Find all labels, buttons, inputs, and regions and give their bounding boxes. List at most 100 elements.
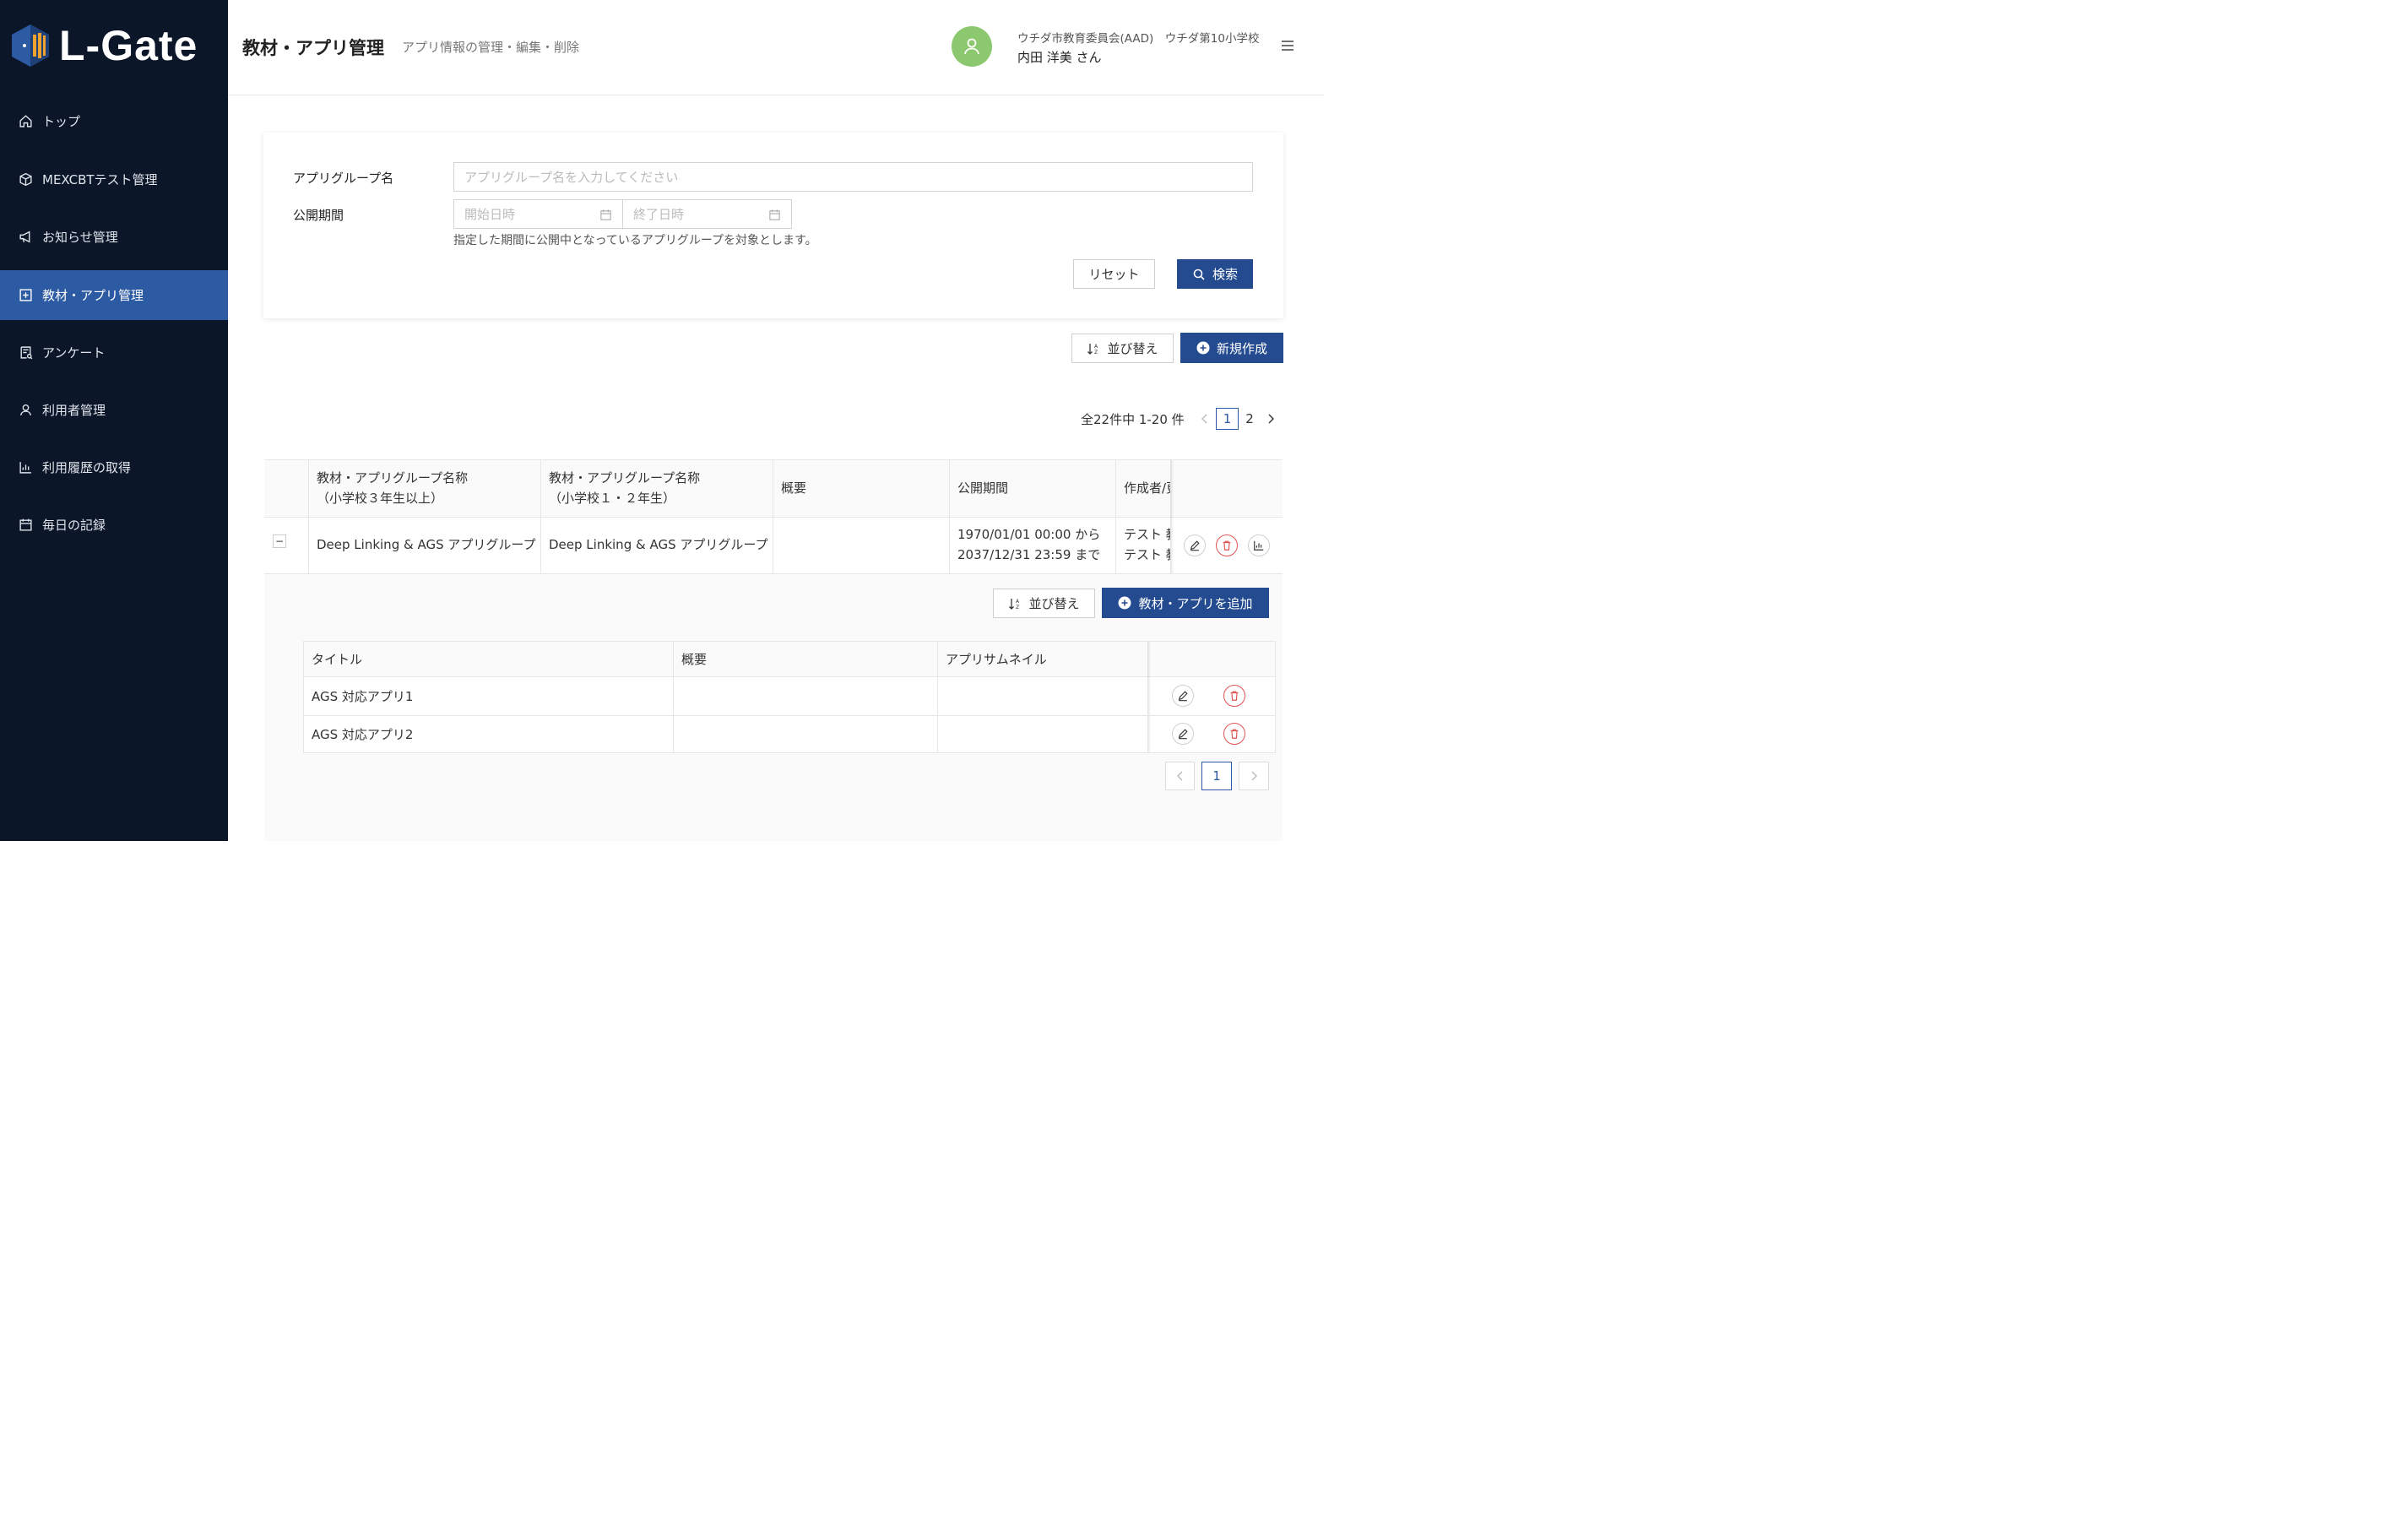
column-header-period[interactable]: 公開期間 (957, 478, 1008, 498)
column-header-summary[interactable]: 概要 (781, 478, 806, 498)
column-header-name-lower[interactable]: 教材・アプリグループ名称 （小学校１・２年生） (549, 468, 700, 508)
trash-icon (1230, 691, 1239, 701)
delete-app-button[interactable] (1223, 685, 1245, 707)
sidebar-item-label: 利用履歴の取得 (42, 460, 132, 475)
logo-text: L-Gate (59, 22, 198, 69)
home-icon (19, 115, 32, 128)
calendar-icon (600, 209, 611, 220)
plus-square-icon (19, 289, 32, 301)
edit-app-button[interactable] (1172, 723, 1194, 745)
usage-stats-button[interactable] (1248, 534, 1270, 556)
chevron-right-icon (1251, 771, 1257, 781)
survey-icon (20, 346, 33, 360)
sidebar-item-users[interactable]: 利用者管理 (0, 385, 228, 435)
sort-button[interactable]: AZ 並び替え (1071, 334, 1174, 363)
next-page-button[interactable] (1264, 409, 1277, 429)
edit-app-button[interactable] (1172, 685, 1194, 707)
group-name-input[interactable]: アプリグループ名を入力してください (453, 162, 1253, 192)
period-label: 公開期間 (293, 208, 344, 223)
trash-icon (1223, 540, 1231, 551)
svg-text:Z: Z (1016, 605, 1019, 610)
sub-sort-button[interactable]: AZ 並び替え (993, 589, 1095, 618)
plus-circle-icon (1196, 341, 1210, 355)
sort-icon: AZ (1009, 598, 1020, 610)
sidebar-item-label: 教材・アプリ管理 (42, 288, 144, 303)
column-header-summary[interactable]: 概要 (681, 649, 707, 670)
sidebar-item-label: トップ (42, 114, 81, 129)
create-button[interactable]: 新規作成 (1180, 333, 1283, 363)
group-name-upper: Deep Linking & AGS アプリグループ (317, 537, 536, 552)
sidebar-item-mexcbt[interactable]: MEXCBTテスト管理 (0, 155, 228, 204)
prev-page-button[interactable] (1198, 409, 1212, 429)
reset-button[interactable]: リセット (1073, 259, 1155, 289)
svg-text:A: A (1016, 599, 1020, 605)
calendar-icon (769, 209, 780, 220)
sort-icon: AZ (1087, 343, 1098, 355)
header: 教材・アプリ管理 アプリ情報の管理・編集・削除 ウチダ市教育委員会(AAD) ウ… (228, 0, 1324, 95)
group-period: 1970/01/01 00:00 から 2037/12/31 23:59 まで (957, 527, 1101, 562)
chevron-left-icon (1176, 771, 1182, 781)
sidebar-item-apps[interactable]: 教材・アプリ管理 (0, 270, 228, 320)
plus-circle-icon (1118, 596, 1131, 610)
delete-group-button[interactable] (1216, 534, 1238, 556)
page-subtitle: アプリ情報の管理・編集・削除 (402, 40, 580, 55)
page-1-button[interactable]: 1 (1216, 408, 1239, 430)
sidebar-item-history[interactable]: 利用履歴の取得 (0, 442, 228, 492)
add-app-button[interactable]: 教材・アプリを追加 (1102, 588, 1269, 618)
sidebar-item-label: MEXCBTテスト管理 (42, 172, 158, 187)
group-author: テスト 教 テスト 教 (1124, 527, 1170, 562)
organization-name: ウチダ市教育委員会(AAD) ウチダ第10小学校 (1017, 32, 1260, 46)
app-group-table: 教材・アプリグループ名称 （小学校３年生以上） 教材・アプリグループ名称 （小学… (264, 459, 1283, 574)
search-icon (1193, 269, 1205, 280)
delete-app-button[interactable] (1223, 723, 1245, 745)
chevron-left-icon (1201, 414, 1207, 424)
bar-chart-icon (1254, 540, 1264, 551)
cube-icon (19, 172, 32, 187)
column-header-thumbnail[interactable]: アプリサムネイル (946, 649, 1047, 670)
svg-text:A: A (1094, 344, 1098, 350)
user-icon (19, 404, 32, 416)
sub-page-1-button[interactable]: 1 (1201, 762, 1232, 790)
logo-icon (12, 24, 49, 67)
app-table: タイトル 概要 アプリサムネイル AGS 対応アプリ1 AGS 対応アプリ2 (303, 641, 1276, 753)
hamburger-menu-icon[interactable] (1280, 39, 1295, 52)
calendar-icon (19, 518, 32, 531)
sidebar-item-label: 利用者管理 (42, 403, 106, 418)
avatar[interactable] (952, 26, 992, 67)
edit-group-button[interactable] (1184, 534, 1206, 556)
group-name-lower: Deep Linking & AGS アプリグループ (549, 537, 768, 552)
pencil-icon (1178, 691, 1188, 702)
sidebar-item-survey[interactable]: アンケート (0, 328, 228, 377)
sidebar-item-top[interactable]: トップ (0, 96, 228, 146)
sub-prev-page-button[interactable] (1165, 762, 1195, 790)
chevron-right-icon (1268, 414, 1274, 424)
app-table-header (304, 642, 1275, 677)
group-name-label: アプリグループ名 (293, 171, 394, 186)
pencil-icon (1178, 729, 1188, 740)
user-icon (964, 38, 979, 55)
end-date-input[interactable]: 終了日時 (622, 199, 792, 229)
sub-next-page-button[interactable] (1239, 762, 1269, 790)
bar-chart-icon (19, 462, 31, 474)
page-title: 教材・アプリ管理 (242, 38, 384, 58)
search-panel: アプリグループ名 アプリグループ名を入力してください 公開期間 開始日時 終了日… (263, 133, 1283, 318)
sidebar-item-label: 毎日の記録 (42, 518, 106, 533)
column-header-author[interactable]: 作成者/更 (1124, 478, 1170, 498)
column-header-name-upper[interactable]: 教材・アプリグループ名称 （小学校３年生以上） (317, 468, 468, 508)
start-date-input[interactable]: 開始日時 (453, 199, 623, 229)
app-title: AGS 対応アプリ1 (312, 689, 414, 704)
page-2-button[interactable]: 2 (1241, 408, 1258, 430)
sidebar-item-news[interactable]: お知らせ管理 (0, 212, 228, 262)
sidebar-item-daily[interactable]: 毎日の記録 (0, 500, 228, 550)
collapse-row-button[interactable]: − (273, 534, 286, 548)
pencil-icon (1190, 540, 1200, 551)
logo[interactable]: L-Gate (10, 22, 198, 69)
sidebar: L-Gate トップ MEXCBTテスト管理 お知らせ管理 教材・アプリ管理 ア… (0, 0, 228, 841)
pagination-summary: 全22件中 1-20 件 (1081, 412, 1185, 427)
user-name: 内田 洋美 さん (1017, 50, 1102, 65)
search-button[interactable]: 検索 (1177, 259, 1253, 289)
column-header-title[interactable]: タイトル (312, 649, 362, 670)
trash-icon (1230, 729, 1239, 739)
megaphone-icon (19, 231, 30, 243)
period-hint: 指定した期間に公開中となっているアプリグループを対象とします。 (453, 234, 817, 247)
